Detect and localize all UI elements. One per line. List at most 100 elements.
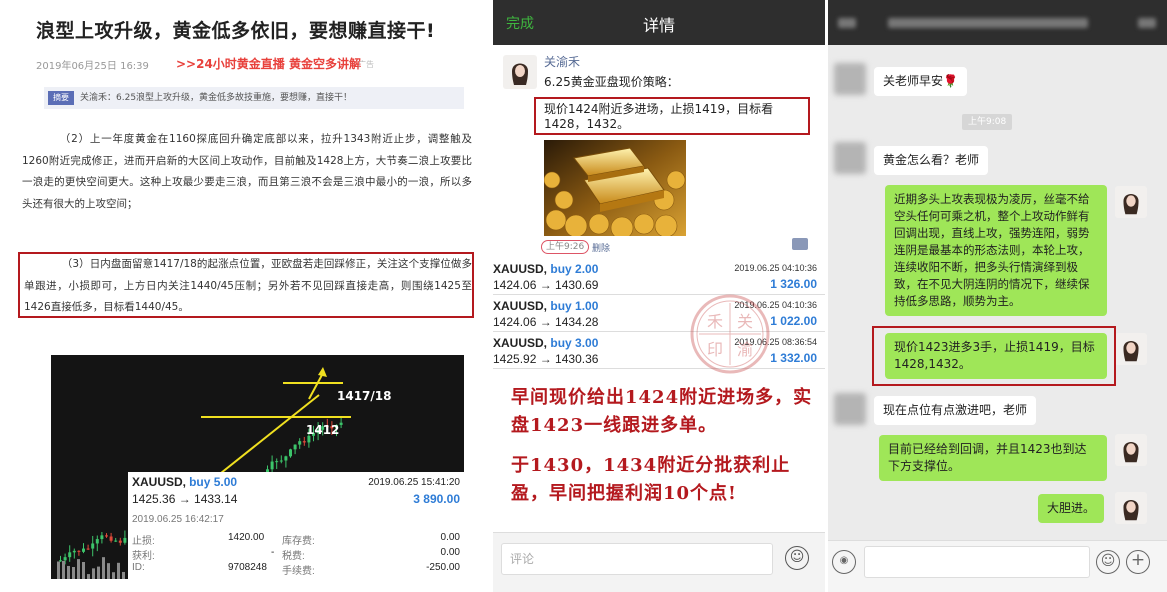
trade-key-tax: 税费: (282, 551, 305, 562)
my-avatar[interactable] (1115, 492, 1147, 524)
my-avatar[interactable] (1115, 434, 1147, 466)
volume-bar (92, 568, 95, 579)
more-icon[interactable] (1138, 18, 1156, 28)
candle-body (77, 550, 81, 552)
trade-list: XAUUSD, buy 2.00 2019.06.25 04:10:36 142… (493, 258, 825, 370)
back-icon[interactable] (838, 18, 856, 28)
comment-input[interactable]: 评论 (501, 543, 773, 575)
trade-prices: 1425.92 → 1430.36 (493, 352, 599, 366)
svg-text:禾: 禾 (707, 312, 723, 331)
svg-text:渝: 渝 (737, 340, 753, 359)
emoji-icon[interactable]: ☺ (1096, 550, 1120, 574)
trade-key-fee: 手续费: (282, 566, 315, 577)
candle-body (105, 535, 108, 537)
trade-val-sl: 1420.00 (228, 532, 265, 543)
trade-symbol: XAUUSD, (493, 336, 548, 350)
candle-body (86, 548, 90, 550)
abstract-tag: 摘要 (48, 90, 74, 105)
svg-text:关: 关 (737, 312, 753, 331)
trade-key-id: ID: (132, 562, 145, 573)
message-bubble: 黄金怎么看？老师 (874, 146, 989, 175)
trade-symbol: XAUUSD, (132, 475, 187, 489)
gold-image[interactable] (544, 140, 686, 236)
comment-icon[interactable] (792, 238, 808, 250)
trade-row: XAUUSD, buy 3.00 2019.06.25 08:36:54 142… (493, 332, 825, 369)
volume-bar (112, 572, 115, 579)
my-avatar[interactable] (1115, 186, 1147, 218)
trade-row: XAUUSD, buy 2.00 2019.06.25 04:10:36 142… (493, 258, 825, 295)
voice-icon[interactable]: ◉ (832, 550, 856, 574)
trade-symbol-row: XAUUSD, buy 5.00 (132, 475, 237, 489)
chart-label-resistance: 1417/18 (337, 389, 392, 403)
trade-row-symbol: XAUUSD, buy 3.00 (493, 336, 598, 350)
candle-body (68, 552, 72, 558)
candle-body (293, 444, 297, 450)
plus-icon[interactable]: + (1126, 550, 1150, 574)
volume-bar (102, 557, 105, 579)
moments-navbar: 完成 详情 (493, 0, 825, 45)
trade-val-fee: -250.00 (426, 562, 460, 573)
trade-val-swap: 0.00 (440, 532, 460, 543)
avatar[interactable] (503, 55, 537, 89)
post-author[interactable]: 关渝禾 (544, 53, 580, 70)
candle-body (298, 441, 302, 445)
svg-text:印: 印 (707, 340, 723, 359)
post-text: 6.25黄金亚盘现价策略： (544, 75, 679, 89)
volume-bar (97, 566, 100, 579)
highlight-box (872, 326, 1116, 386)
trade-key-sl: 止损: (132, 536, 155, 547)
trade-card: XAUUSD, buy 5.00 2019.06.25 15:41:20 142… (128, 472, 464, 579)
candle-body (289, 449, 292, 457)
arrow-line (308, 372, 324, 400)
trade-val-id: 9708248 (228, 562, 267, 573)
contact-avatar[interactable] (834, 142, 866, 174)
chat-title-blurred (888, 18, 1088, 28)
candle-body (59, 560, 62, 562)
trade-val-tp: - (271, 547, 275, 558)
message-bubble: 近期多头上攻表现极为凌厉，丝毫不给空头任何可乘之机，整个上攻动作鲜有回调出现，直… (885, 185, 1107, 316)
handwritten-note-2: 于1430，1434附近分批获利止盈，早间把握利润10个点! (511, 455, 791, 504)
comment-bar: 评论 ☺ (493, 532, 825, 592)
my-avatar[interactable] (1115, 333, 1147, 365)
candle-body (82, 548, 85, 552)
trade-row: XAUUSD, buy 1.00 2019.06.25 04:10:36 142… (493, 295, 825, 332)
candle-body (114, 540, 118, 542)
trade-side: buy 5.00 (189, 475, 238, 489)
abstract-box: 摘要 关渝禾：6.25浪型上攻升级，黄金低多故技重施，要想赚，直接干！ (44, 87, 464, 109)
volume-bar (107, 563, 110, 579)
trade-profit: 1 022.00 (770, 314, 817, 328)
handwritten-note-1: 早间现价给出1424附近进场多，实盘1423一线跟进多单。 (511, 387, 813, 436)
live-broadcast-link[interactable]: >>24小时黄金直播 黄金空多讲解 (176, 55, 361, 72)
candle-body (339, 422, 343, 425)
volume-bar (67, 565, 70, 579)
seal-stamp: 禾 关 印 渝 (689, 293, 771, 375)
contact-avatar[interactable] (834, 63, 866, 95)
candle-body (279, 460, 283, 462)
ad-label: 广告 (358, 60, 374, 69)
trade-profit: 3 890.00 (413, 492, 460, 506)
candle-body (123, 537, 127, 543)
message-bubble: 大胆进。 (1038, 494, 1105, 523)
abstract-text: 关渝禾：6.25浪型上攻升级，黄金低多故技重施，要想赚，直接干！ (80, 93, 353, 103)
trade-key-tp: 获利: (132, 551, 155, 562)
volume-bar (62, 560, 65, 579)
trade-key-swap: 库存费: (282, 536, 315, 547)
candle-body (275, 461, 279, 463)
candle-body (284, 456, 288, 461)
volume-bar (87, 574, 90, 579)
message-input[interactable] (864, 546, 1090, 578)
candle-body (302, 441, 306, 443)
contact-avatar[interactable] (834, 393, 866, 425)
volume-bar (72, 567, 75, 579)
candle-body (100, 535, 104, 540)
trade-profit: 1 332.00 (770, 351, 817, 365)
delete-link[interactable]: 删除 (592, 241, 610, 254)
trade-symbol: XAUUSD, (493, 262, 548, 276)
trade-profit: 1 326.00 (770, 277, 817, 291)
message-bubble: 关老师早安🌹 (874, 67, 967, 96)
candle-body (118, 540, 122, 543)
chat-panel: 关老师早安🌹 上午9:08 黄金怎么看？老师 近期多头上攻表现极为凌厉，丝毫不给… (828, 0, 1167, 592)
emoji-icon[interactable]: ☺ (785, 546, 809, 570)
nav-title: 详情 (642, 16, 675, 35)
volume-bar (122, 571, 125, 579)
